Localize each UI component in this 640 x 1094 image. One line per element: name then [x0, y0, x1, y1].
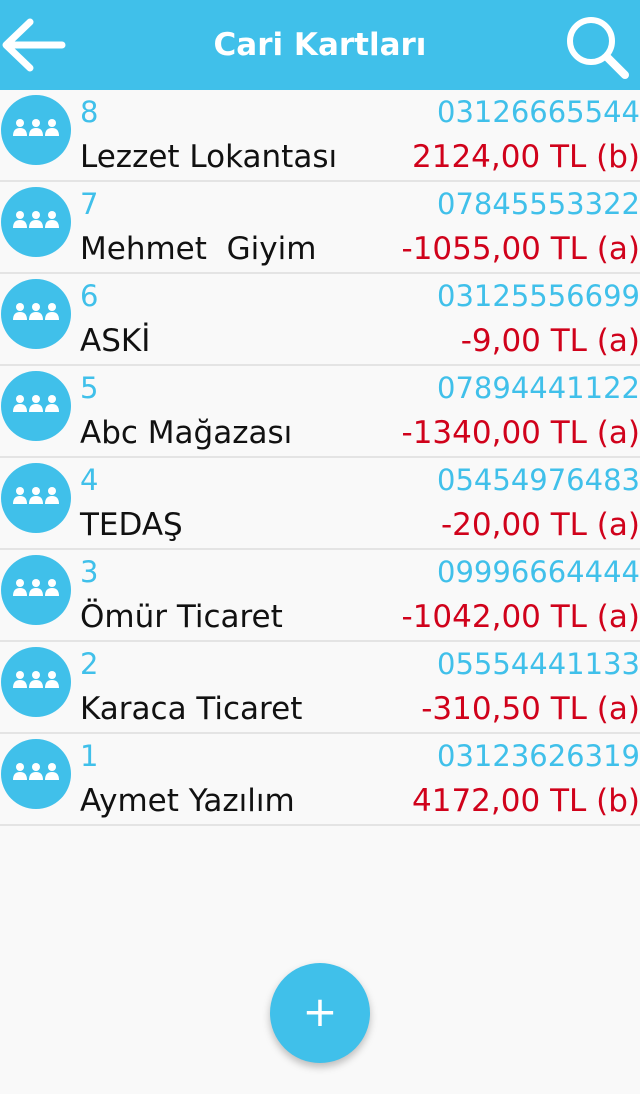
card-balance: -9,00 TL (a) [460, 323, 640, 359]
avatar [1, 463, 71, 533]
list-item[interactable]: 6 ASKİ 03125556699 -9,00 TL (a) [0, 274, 640, 366]
avatar [1, 279, 71, 349]
group-icon [13, 303, 59, 320]
card-phone: 05454976483 [437, 463, 640, 497]
group-icon [13, 119, 59, 136]
list-item[interactable]: 7 Mehmet Giyim 07845553322 -1055,00 TL (… [0, 182, 640, 274]
list-item[interactable]: 4 TEDAŞ 05454976483 -20,00 TL (a) [0, 458, 640, 550]
group-icon [13, 395, 59, 412]
group-icon [13, 487, 59, 504]
card-phone: 09996664444 [437, 555, 640, 589]
card-phone: 03126665544 [437, 95, 640, 129]
plus-icon: + [302, 987, 338, 1036]
card-name: Lezzet Lokantası [80, 139, 338, 175]
arrow-left-icon [2, 18, 66, 72]
card-name: Abc Mağazası [80, 415, 293, 451]
add-card-button[interactable]: + [270, 963, 370, 1063]
card-code: 7 [80, 187, 99, 221]
list-item[interactable]: 8 Lezzet Lokantası 03126665544 2124,00 T… [0, 90, 640, 182]
card-code: 3 [80, 555, 99, 589]
card-code: 4 [80, 463, 99, 497]
app-bar: Cari Kartları [0, 0, 640, 90]
card-phone: 07845553322 [437, 187, 640, 221]
card-balance: 4172,00 TL (b) [412, 783, 640, 819]
list-item[interactable]: 3 Ömür Ticaret 09996664444 -1042,00 TL (… [0, 550, 640, 642]
card-phone: 03123626319 [437, 739, 640, 773]
list-item[interactable]: 1 Aymet Yazılım 03123626319 4172,00 TL (… [0, 734, 640, 826]
group-icon [13, 671, 59, 688]
card-name: Ömür Ticaret [80, 599, 283, 635]
page-title: Cari Kartları [213, 27, 427, 63]
group-icon [13, 763, 59, 780]
card-balance: -1042,00 TL (a) [401, 599, 640, 635]
card-phone: 07894441122 [437, 371, 640, 405]
search-icon [567, 17, 629, 79]
card-balance: -1340,00 TL (a) [401, 415, 640, 451]
card-code: 6 [80, 279, 99, 313]
card-phone: 05554441133 [437, 647, 640, 681]
card-name: Aymet Yazılım [80, 783, 295, 819]
group-icon [13, 579, 59, 596]
back-button[interactable] [0, 14, 66, 76]
list-item[interactable]: 5 Abc Mağazası 07894441122 -1340,00 TL (… [0, 366, 640, 458]
card-code: 2 [80, 647, 99, 681]
group-icon [13, 211, 59, 228]
card-code: 5 [80, 371, 99, 405]
card-name: Mehmet Giyim [80, 231, 317, 267]
card-balance: -20,00 TL (a) [440, 507, 640, 543]
search-button[interactable] [562, 14, 632, 80]
card-balance: -1055,00 TL (a) [401, 231, 640, 267]
avatar [1, 739, 71, 809]
card-code: 8 [80, 95, 99, 129]
card-phone: 03125556699 [437, 279, 640, 313]
card-name: ASKİ [80, 323, 151, 359]
list-item[interactable]: 2 Karaca Ticaret 05554441133 -310,50 TL … [0, 642, 640, 734]
card-balance: -310,50 TL (a) [421, 691, 640, 727]
card-balance: 2124,00 TL (b) [412, 139, 640, 175]
card-code: 1 [80, 739, 99, 773]
avatar [1, 647, 71, 717]
avatar [1, 371, 71, 441]
cari-list: 8 Lezzet Lokantası 03126665544 2124,00 T… [0, 90, 640, 826]
card-name: TEDAŞ [80, 507, 183, 543]
avatar [1, 555, 71, 625]
card-name: Karaca Ticaret [80, 691, 303, 727]
avatar [1, 187, 71, 257]
avatar [1, 95, 71, 165]
